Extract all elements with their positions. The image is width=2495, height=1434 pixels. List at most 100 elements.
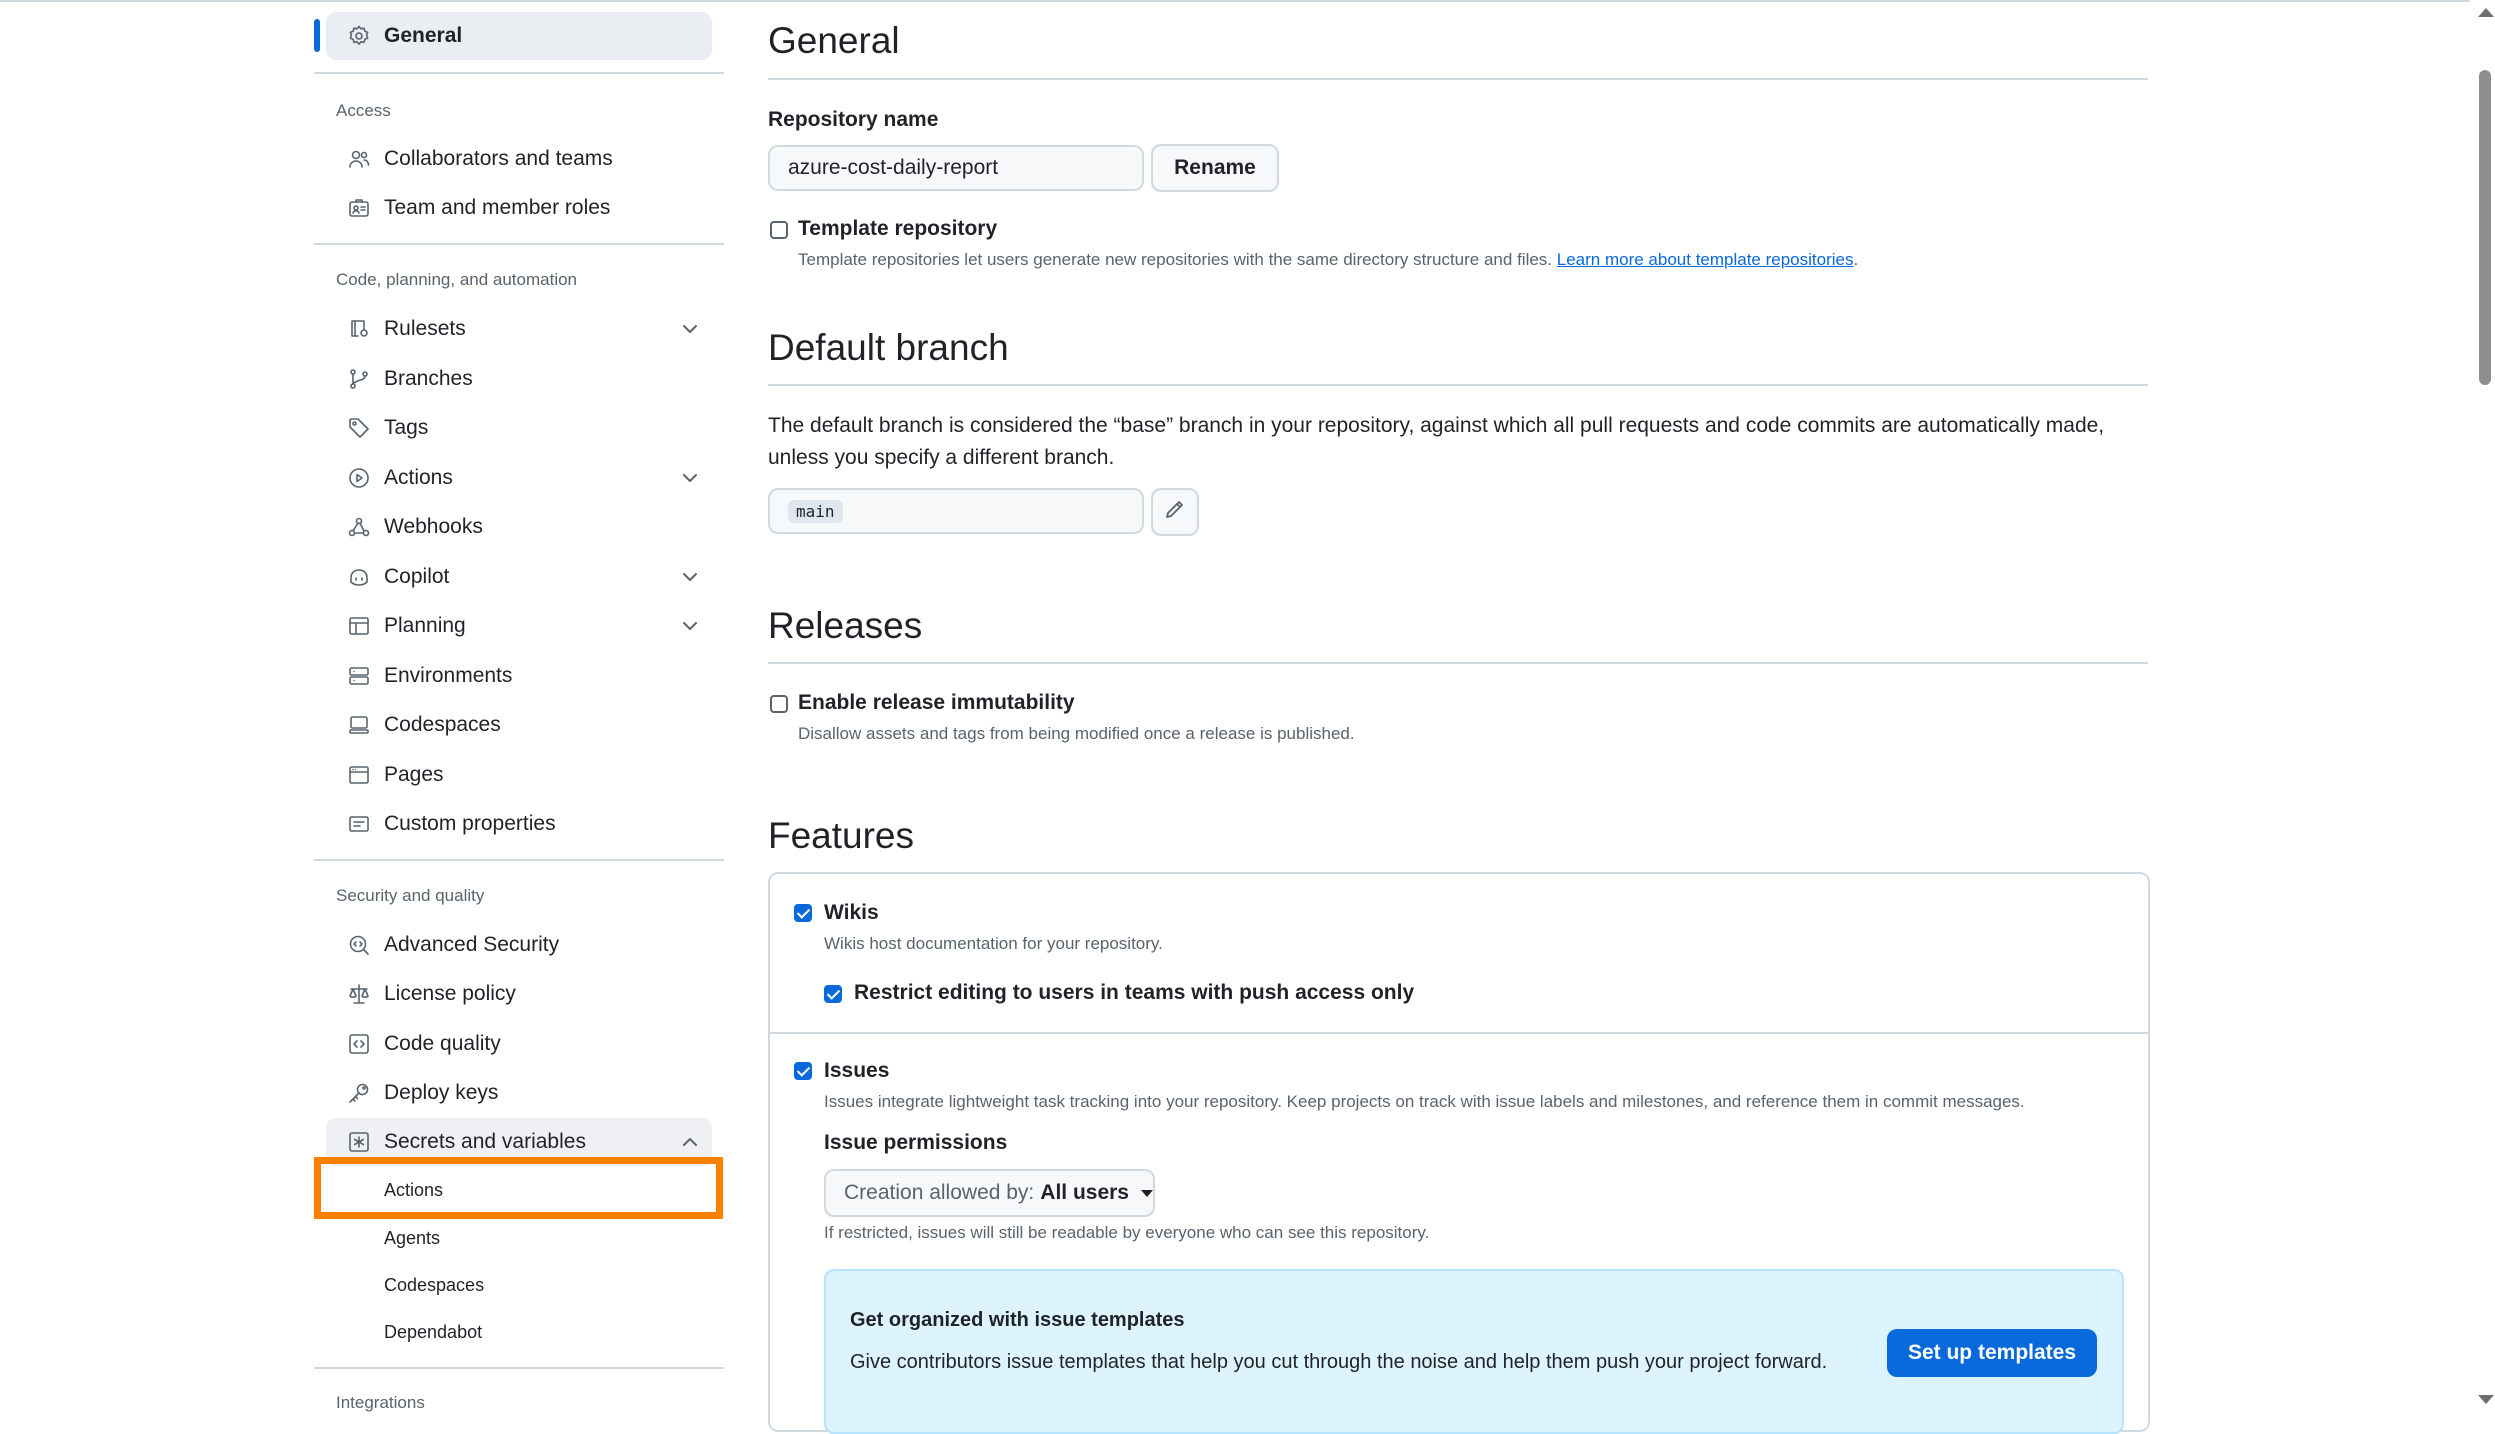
sidebar-item-planning[interactable]: Planning xyxy=(326,602,712,650)
sidebar-item-label: Actions xyxy=(384,466,453,489)
tag-icon xyxy=(346,415,372,441)
codespaces-icon xyxy=(346,712,372,738)
law-icon xyxy=(346,981,372,1007)
asterisk-square-icon xyxy=(346,1129,372,1155)
copilot-icon xyxy=(346,564,372,590)
sidebar-item-code-quality[interactable]: Code quality xyxy=(326,1020,712,1068)
sidebar-item-general[interactable]: General xyxy=(326,12,712,60)
sidebar-item-tags[interactable]: Tags xyxy=(326,404,712,452)
issues-checkbox[interactable] xyxy=(794,1062,812,1080)
template-repository-note: Template repositories let users generate… xyxy=(798,250,1858,270)
section-heading-security: Security and quality xyxy=(336,886,485,905)
webhook-icon xyxy=(346,514,372,540)
divider xyxy=(768,384,2148,386)
browser-icon xyxy=(346,762,372,788)
default-branch-field: main xyxy=(768,488,1144,534)
restrict-editing-checkbox[interactable] xyxy=(824,985,842,1003)
scroll-up-arrow-icon[interactable] xyxy=(2478,8,2494,17)
sidebar-item-label: Codespaces xyxy=(384,713,501,736)
wikis-note: Wikis host documentation for your reposi… xyxy=(824,934,1163,953)
divider xyxy=(314,859,724,861)
sidebar-item-secrets-and-variables[interactable]: Secrets and variables xyxy=(326,1118,712,1166)
sidebar-item-deploy-keys[interactable]: Deploy keys xyxy=(326,1069,712,1117)
sidebar-subitem-dependabot[interactable]: Dependabot xyxy=(326,1311,712,1353)
table-icon xyxy=(346,613,372,639)
sidebar-item-advanced-security[interactable]: Advanced Security xyxy=(326,921,712,969)
chevron-down-icon[interactable] xyxy=(678,317,702,341)
repo-name-input[interactable]: azure-cost-daily-report xyxy=(768,145,1144,191)
sidebar-item-license-policy[interactable]: License policy xyxy=(326,970,712,1018)
issues-label: Issues xyxy=(824,1059,890,1082)
template-learn-more-link[interactable]: Learn more about template repositories xyxy=(1557,250,1854,269)
id-badge-icon xyxy=(346,195,372,221)
features-box: Wikis Wikis host documentation for your … xyxy=(768,872,2150,1434)
sidebar-item-actions[interactable]: Actions xyxy=(326,454,712,502)
template-note-text: Template repositories let users generate… xyxy=(798,250,1553,269)
sidebar-item-collaborators[interactable]: Collaborators and teams xyxy=(326,135,712,183)
code-square-icon xyxy=(346,1031,372,1057)
key-icon xyxy=(346,1080,372,1106)
rename-button[interactable]: Rename xyxy=(1151,144,1279,192)
creation-prefix: Creation allowed by: xyxy=(844,1181,1035,1204)
sidebar-item-label: Advanced Security xyxy=(384,933,560,956)
settings-sidebar: General Access Collaborators and teams T… xyxy=(310,0,724,1412)
sidebar-item-codespaces[interactable]: Codespaces xyxy=(326,701,712,749)
sidebar-item-team-roles[interactable]: Team and member roles xyxy=(326,184,712,232)
set-up-templates-button[interactable]: Set up templates xyxy=(1887,1329,2097,1377)
sidebar-item-pages[interactable]: Pages xyxy=(326,751,712,799)
scrollbar-thumb[interactable] xyxy=(2479,70,2491,385)
sidebar-item-rulesets[interactable]: Rulesets xyxy=(326,305,712,353)
default-branch-description: The default branch is considered the “ba… xyxy=(768,414,2105,469)
divider xyxy=(314,72,724,74)
sidebar-item-branches[interactable]: Branches xyxy=(326,355,712,403)
sidebar-subitem-label: Actions xyxy=(384,1179,444,1200)
scroll-down-arrow-icon[interactable] xyxy=(2478,1395,2494,1404)
issue-templates-callout: Get organized with issue templates Give … xyxy=(824,1269,2124,1434)
sidebar-subitem-agents[interactable]: Agents xyxy=(326,1217,712,1259)
template-repository-checkbox[interactable] xyxy=(770,221,788,239)
issue-permissions-label: Issue permissions xyxy=(824,1131,1008,1154)
repo-name-label: Repository name xyxy=(768,108,939,131)
sidebar-subitem-actions[interactable]: Actions xyxy=(326,1169,712,1211)
section-heading-access: Access xyxy=(336,101,391,120)
wikis-label: Wikis xyxy=(824,901,879,924)
sidebar-subitem-codespaces[interactable]: Codespaces xyxy=(326,1264,712,1306)
divider xyxy=(768,78,2148,80)
release-immutability-label: Enable release immutability xyxy=(798,691,1075,714)
divider xyxy=(768,662,2148,664)
sidebar-subitem-label: Agents xyxy=(384,1227,441,1248)
sidebar-item-label: Custom properties xyxy=(384,812,556,835)
caret-down-icon xyxy=(1141,1189,1153,1197)
sidebar-item-label: Environments xyxy=(384,664,513,687)
issue-creation-select[interactable]: Creation allowed by: All users xyxy=(824,1169,1155,1217)
default-branch-title: Default branch xyxy=(768,327,1009,368)
restricted-note: If restricted, issues will still be read… xyxy=(824,1223,1430,1242)
chevron-down-icon[interactable] xyxy=(678,565,702,589)
features-title: Features xyxy=(768,815,915,856)
sidebar-item-label: Code quality xyxy=(384,1032,501,1055)
sidebar-item-label: Tags xyxy=(384,416,429,439)
sidebar-item-label: Collaborators and teams xyxy=(384,147,613,170)
chevron-up-icon[interactable] xyxy=(678,1130,702,1154)
edit-branch-button[interactable] xyxy=(1151,488,1199,536)
creation-value: All users xyxy=(1040,1181,1129,1204)
sidebar-item-copilot[interactable]: Copilot xyxy=(326,553,712,601)
section-heading-integrations: Integrations xyxy=(336,1393,425,1412)
wikis-checkbox[interactable] xyxy=(794,904,812,922)
releases-title: Releases xyxy=(768,605,923,646)
divider xyxy=(314,1367,724,1369)
server-icon xyxy=(346,663,372,689)
chevron-down-icon[interactable] xyxy=(678,466,702,490)
sidebar-item-custom-properties[interactable]: Custom properties xyxy=(326,800,712,848)
sidebar-item-environments[interactable]: Environments xyxy=(326,652,712,700)
chevron-down-icon[interactable] xyxy=(678,614,702,638)
branch-name: main xyxy=(788,500,843,523)
divider xyxy=(314,243,724,245)
note-icon xyxy=(346,811,372,837)
callout-title: Get organized with issue templates xyxy=(850,1309,1185,1331)
sidebar-item-webhooks[interactable]: Webhooks xyxy=(326,503,712,551)
sidebar-item-label: Secrets and variables xyxy=(384,1130,586,1153)
release-immutability-checkbox[interactable] xyxy=(770,695,788,713)
sidebar-item-label: Team and member roles xyxy=(384,196,611,219)
sidebar-item-label: Deploy keys xyxy=(384,1081,499,1104)
